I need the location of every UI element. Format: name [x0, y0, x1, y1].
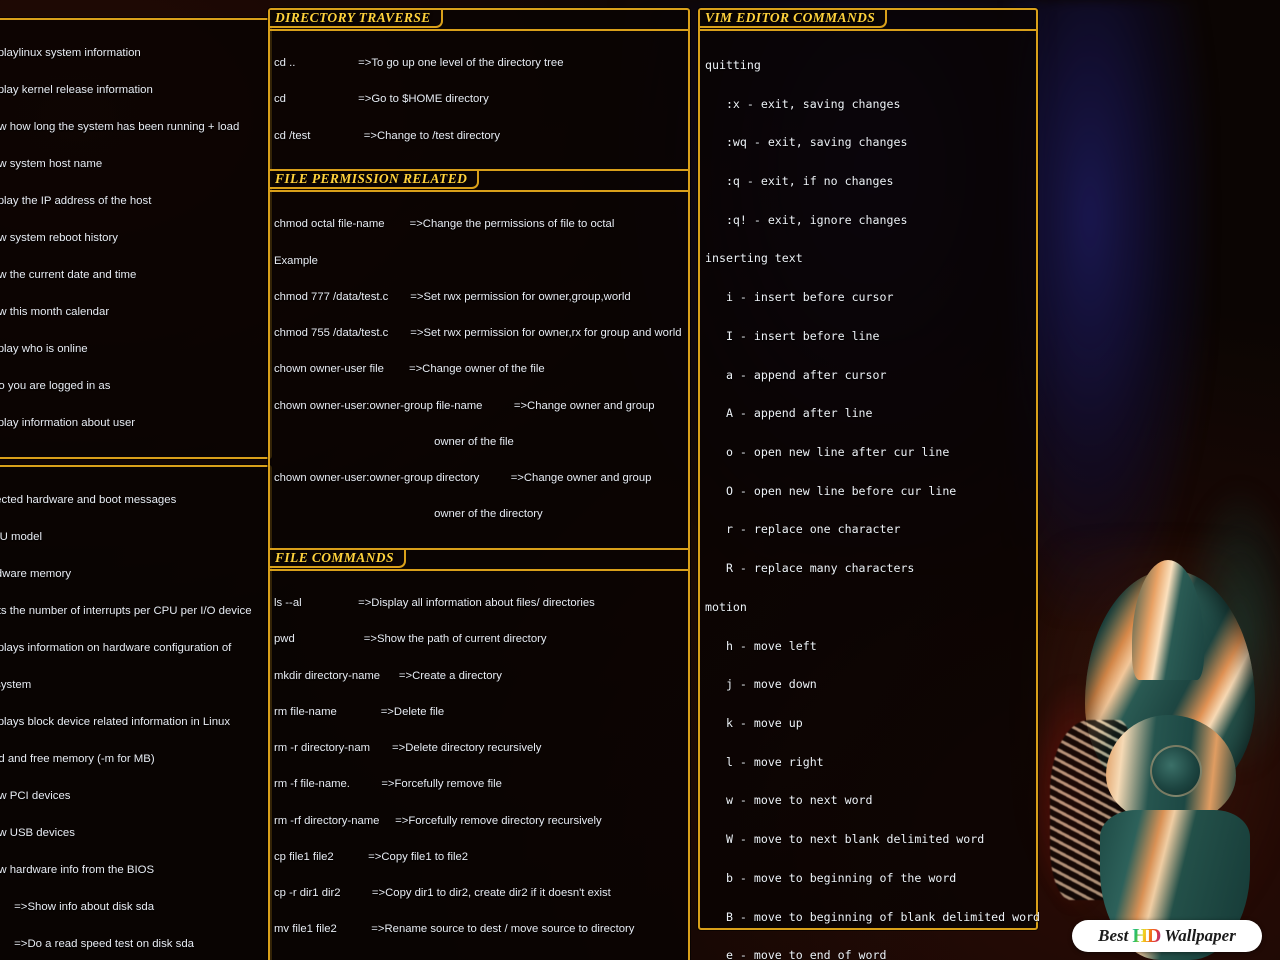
text-line: cp -r dir1 dir2 =>Copy dir1 to dir2, cre… [274, 887, 611, 900]
text-line: ow system reboot history [0, 231, 118, 244]
panel-system-information: splaylinux system information splay kern… [0, 18, 272, 460]
watermark-best-hd-wallpaper: Best HD Wallpaper [1072, 920, 1262, 952]
text-line: e - move to end of word [705, 948, 887, 960]
text-line: splay kernel release information [0, 83, 153, 96]
section-lines-vim: quitting :x - exit, saving changes :wq -… [705, 33, 1041, 960]
text-line: k - move up [705, 716, 803, 731]
section-header-wrap: FILE PERMISSION RELATED [270, 169, 688, 193]
text-line: chown owner-user file =>Change owner of … [274, 363, 545, 376]
text-line: rm -rf directory-name =>Forcefully remov… [274, 814, 602, 827]
text-line: B - move to beginning of blank delimited… [705, 909, 1041, 924]
text-line: splay the IP address of the host [0, 194, 152, 207]
text-line: ow this month calendar [0, 305, 110, 318]
text-line: W - move to next blank delimited word [705, 832, 985, 847]
text-line: motion [705, 599, 747, 614]
text-line: PU model [0, 530, 43, 543]
section-lines-file-permission: chmod octal file-name =>Change the permi… [274, 194, 684, 545]
text-line: ls --al =>Display all information about … [274, 596, 595, 609]
text-line: r - replace one character [705, 522, 901, 537]
text-line: o - open new line after cur line [705, 445, 950, 459]
text-line: sts the number of interrupts per CPU per… [0, 604, 252, 617]
section-header-file-commands: FILE COMMANDS [270, 549, 406, 568]
text-line: h - move left [705, 638, 817, 653]
section-header-wrap: VIM EDITOR COMMANDS [700, 10, 1036, 31]
text-line: ow the current date and time [0, 268, 137, 281]
text-line: mv file1 file2 =>Rename source to dest /… [274, 923, 635, 936]
text-line: pwd =>Show the path of current directory [274, 633, 547, 646]
text-line: :q! - exit, ignore changes [705, 212, 908, 227]
text-line: ow system host name [0, 157, 103, 170]
text-line: I - insert before line [705, 328, 880, 343]
panel-middle-commands: DIRECTORY TRAVERSE cd .. =>To go up one … [268, 8, 690, 960]
panel-vim-editor-commands: VIM EDITOR COMMANDS quitting :x - exit, … [698, 8, 1040, 960]
text-line: chmod 755 /data/test.c =>Set rwx permiss… [274, 327, 682, 340]
panel-lines: tected hardware and boot messages PU mod… [0, 469, 266, 960]
text-line: O - open new line before cur line [705, 483, 957, 498]
text-line: R - replace many characters [705, 561, 915, 576]
text-line: owner of the directory [274, 508, 543, 521]
panel-lines: splaylinux system information splay kern… [0, 22, 266, 454]
text-line: ed and free memory (-m for MB) [0, 752, 155, 765]
text-line: :q - exit, if no changes [705, 173, 894, 188]
text-line: splay information about user [0, 417, 136, 429]
section-lines-directory-traverse: cd .. =>To go up one level of the direct… [274, 33, 684, 166]
text-line: splays block device related information … [0, 715, 231, 728]
text-line: splay who is online [0, 342, 88, 355]
section-lines-file-commands: ls --al =>Display all information about … [274, 573, 684, 960]
text-line: cd /test =>Change to /test directory [274, 129, 501, 142]
watermark-wallpaper-text: Wallpaper [1164, 926, 1236, 945]
section-header-wrap: FILE COMMANDS [270, 547, 688, 571]
text-line: tected hardware and boot messages [0, 493, 177, 506]
linux-command-cheatsheet: splaylinux system information splay kern… [0, 0, 1280, 960]
text-line: owner of the file [274, 435, 514, 448]
right-column: VIM EDITOR COMMANDS quitting :x - exit, … [698, 8, 1040, 960]
text-line: rm file-name =>Delete file [274, 705, 445, 718]
left-column: splaylinux system information splay kern… [0, 18, 272, 960]
text-line: inserting text [705, 251, 803, 266]
text-line: chown owner-user:owner-group directory =… [274, 472, 652, 485]
text-line: splays information on hardware configura… [0, 641, 232, 654]
text-line: w - move to next word [705, 793, 873, 808]
text-line: cd .. =>To go up one level of the direct… [274, 57, 564, 70]
text-line: cp file1 file2 =>Copy file1 to file2 [274, 850, 469, 863]
text-line: system [0, 678, 32, 691]
text-line: mkdir directory-name =>Create a director… [274, 669, 502, 682]
text-line: b - move to beginning of the word [705, 870, 957, 885]
text-line: ow USB devices [0, 827, 75, 839]
section-header-directory-traverse: DIRECTORY TRAVERSE [270, 10, 443, 28]
watermark-best-text: Best [1098, 926, 1129, 945]
text-line: :x - exit, saving changes [705, 96, 901, 111]
text-line: A - append after line [705, 406, 873, 421]
section-header-file-permission-related: FILE PERMISSION RELATED [270, 171, 480, 190]
text-line: chmod 777 /data/test.c =>Set rwx permiss… [274, 290, 631, 303]
section-header-wrap: DIRECTORY TRAVERSE [270, 10, 688, 31]
text-line: cd =>Go to $HOME directory [274, 93, 489, 106]
text-line: rdware memory [0, 567, 72, 580]
text-line: Example [274, 254, 318, 267]
text-line: a - append after cursor [705, 367, 887, 382]
text-line: rm -f file-name. =>Forcefully remove fil… [274, 778, 502, 791]
text-line: ow how long the system has been running … [0, 120, 240, 133]
text-line: :wq - exit, saving changes [705, 135, 908, 150]
text-line: ow hardware info from the BIOS [0, 864, 155, 877]
text-line: ho you are logged in as [0, 379, 111, 392]
text-line: j - move down [705, 677, 817, 692]
text-line: l - move right [705, 754, 824, 769]
panel-hardware-information: tected hardware and boot messages PU mod… [0, 465, 272, 960]
watermark-hd-text: HD [1132, 924, 1161, 947]
text-line: =>Do a read speed test on disk sda [0, 938, 194, 951]
text-line: rm -r directory-nam =>Delete directory r… [274, 742, 542, 755]
text-line: ow PCI devices [0, 789, 71, 802]
section-header-vim-editor-commands: VIM EDITOR COMMANDS [700, 10, 888, 28]
text-line: splaylinux system information [0, 46, 141, 59]
text-line: chmod octal file-name =>Change the permi… [274, 218, 615, 231]
text-line: chown owner-user:owner-group file-name =… [274, 399, 655, 412]
text-line: quitting [705, 57, 761, 72]
text-line: =>Show info about disk sda [0, 901, 155, 914]
text-line: i - insert before cursor [705, 290, 894, 305]
middle-column: DIRECTORY TRAVERSE cd .. =>To go up one … [268, 8, 690, 960]
